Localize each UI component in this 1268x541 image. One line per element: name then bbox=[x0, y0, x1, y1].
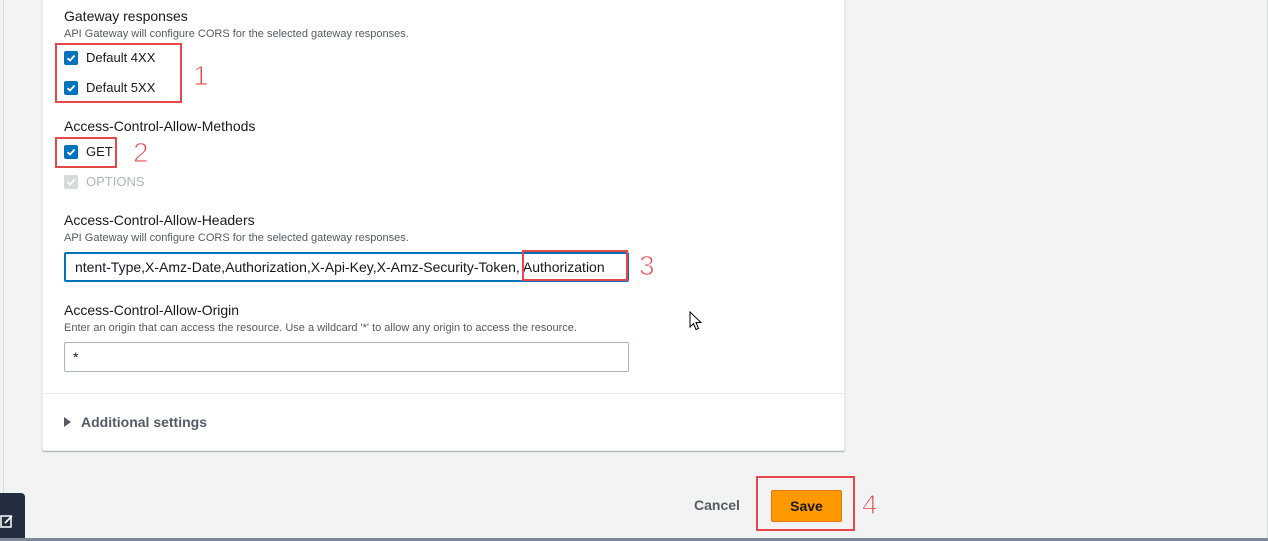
additional-settings-toggle[interactable]: Additional settings bbox=[64, 414, 207, 430]
annotation-box-4 bbox=[756, 476, 855, 531]
allow-origin-input[interactable]: * bbox=[64, 342, 629, 372]
annotation-number-4: 4 bbox=[862, 489, 879, 520]
section-divider bbox=[43, 393, 844, 394]
annotation-number-1: 1 bbox=[193, 60, 210, 91]
allow-origin-label: Access-Control-Allow-Origin bbox=[64, 302, 240, 318]
allow-methods-label: Access-Control-Allow-Methods bbox=[64, 118, 256, 134]
allow-headers-description: API Gateway will configure CORS for the … bbox=[64, 232, 409, 244]
additional-settings-label: Additional settings bbox=[81, 414, 207, 430]
annotation-box-2 bbox=[55, 137, 117, 168]
checkmark-icon bbox=[64, 174, 78, 189]
annotation-number-3: 3 bbox=[639, 250, 656, 281]
checkbox-options: OPTIONS bbox=[64, 174, 145, 189]
mouse-pointer-icon bbox=[689, 311, 703, 331]
page-border-left bbox=[3, 0, 4, 541]
allow-origin-description: Enter an origin that can access the reso… bbox=[64, 322, 577, 334]
cancel-button[interactable]: Cancel bbox=[694, 497, 740, 513]
annotation-box-1 bbox=[55, 43, 182, 103]
allow-headers-label: Access-Control-Allow-Headers bbox=[64, 212, 255, 228]
gateway-responses-description: API Gateway will configure CORS for the … bbox=[64, 28, 409, 40]
gateway-responses-label: Gateway responses bbox=[64, 8, 188, 24]
annotation-number-2: 2 bbox=[133, 137, 150, 168]
annotation-box-3 bbox=[522, 250, 628, 281]
edit-icon bbox=[0, 515, 13, 528]
feedback-tab[interactable] bbox=[0, 493, 25, 541]
checkbox-label: OPTIONS bbox=[86, 174, 145, 189]
caret-right-icon bbox=[64, 417, 71, 427]
